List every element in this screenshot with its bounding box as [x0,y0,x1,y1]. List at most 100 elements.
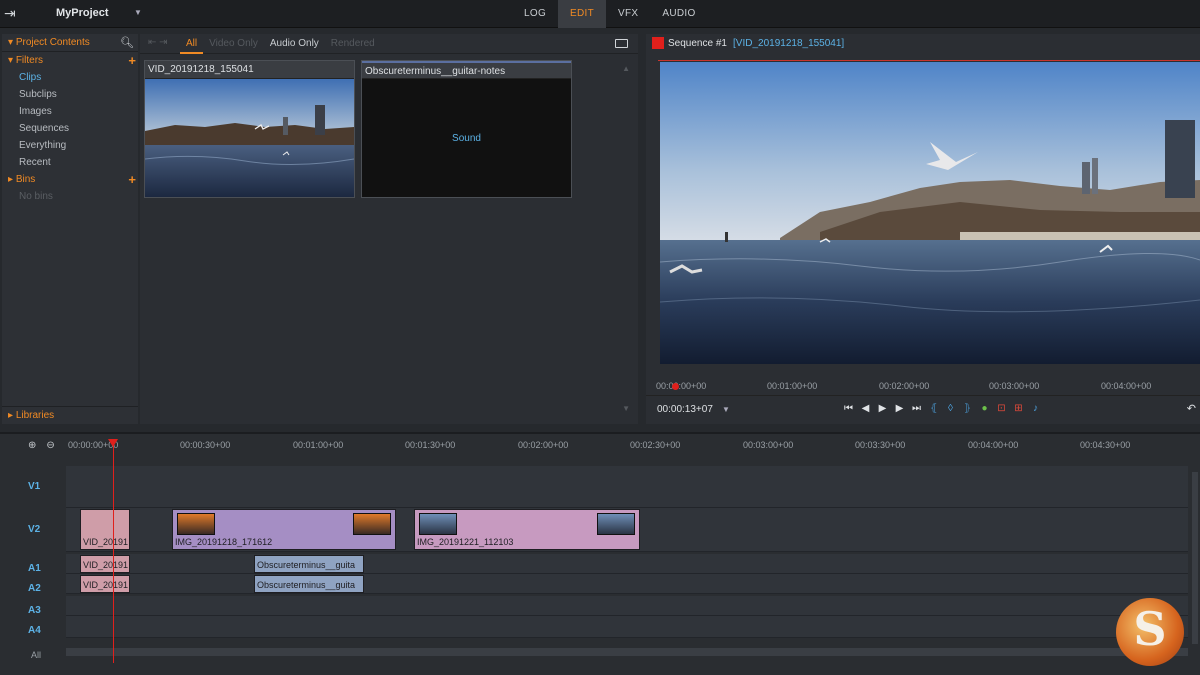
project-name[interactable]: MyProject [56,7,109,19]
step-back-icon[interactable]: ◀ [859,402,872,415]
tab-log[interactable]: LOG [512,0,558,28]
record-icon[interactable] [652,37,664,49]
timecode-display[interactable]: 00:00:13+07 [657,404,713,415]
viewer-ruler-tick: 00:02:00+00 [879,381,930,391]
timeline-ruler-tick: 00:02:00+00 [518,440,569,450]
project-dropdown-icon[interactable]: ▼ [134,8,142,17]
bins-section[interactable]: ▸ Bins + [2,171,138,188]
track-a4[interactable] [66,616,1188,638]
timeline-clip[interactable]: Obscureterminus__guita [254,555,364,573]
timeline-clip[interactable]: VID_20191 [80,509,130,550]
clip-name: Obscureterminus__guitar-notes [362,61,571,79]
exit-project-icon[interactable]: ⇥ [4,5,22,21]
clip-thumbnail-video[interactable]: VID_20191218_155041 [144,60,355,198]
tab-vfx[interactable]: VFX [606,0,650,28]
filters-label: Filters [15,55,44,66]
track-label-a2[interactable]: A2 [28,583,41,594]
mark-out-icon[interactable]: ⦄ [961,402,974,415]
track-label-a1[interactable]: A1 [28,563,41,574]
zoom-in-icon[interactable]: ⊕ [28,440,36,451]
add-filter-icon[interactable]: + [128,52,136,69]
track-label-a4[interactable]: A4 [28,625,41,636]
track-label-a3[interactable]: A3 [28,605,41,616]
add-bin-icon[interactable]: + [128,171,136,188]
sequence-clip-name: [VID_20191218_155041] [733,38,845,49]
no-bins-label: No bins [19,191,53,202]
viewer-ruler-tick: 00:01:00+00 [767,381,818,391]
viewer-image [660,62,1200,364]
viewer-ruler-tick: 00:00:00+00 [656,381,707,391]
marker-icon[interactable]: ● [978,402,991,415]
timeline-clip[interactable]: IMG_20191218_171612 [172,509,396,550]
timeline-vertical-scrollbar[interactable] [1192,472,1198,644]
track-v2[interactable]: VID_20191 IMG_20191218_171612 IMG_201912… [66,508,1188,552]
libraries-section[interactable]: ▸ Libraries [2,406,138,424]
filter-item-clips[interactable]: Clips [2,69,138,86]
playhead-marker-icon[interactable] [108,439,118,447]
go-to-end-icon[interactable]: ⏭ [910,402,923,415]
undo-icon[interactable]: ↶ [1187,402,1196,415]
viewer-ruler-tick: 00:04:00+00 [1101,381,1152,391]
viewer-ruler[interactable]: 00:00:00+00 00:01:00+00 00:02:00+00 00:0… [646,380,1200,396]
timecode-dropdown-icon[interactable]: ▼ [722,405,730,414]
timeline-ruler[interactable]: 00:00:00+00 00:00:30+00 00:01:00+00 00:0… [66,434,1200,454]
filter-item-sequences[interactable]: Sequences [2,120,138,137]
filter-tab-rendered[interactable]: Rendered [325,34,381,54]
collapse-arrow-icon: ▾ [8,37,16,48]
insert-icon[interactable]: ⊡ [995,402,1008,415]
filter-tab-all[interactable]: All [180,34,204,54]
track-a2[interactable]: VID_20191 Obscureterminus__guita [66,574,1188,594]
track-label-v1[interactable]: V1 [28,481,40,492]
filters-section[interactable]: ▾ Filters + [2,52,138,69]
sequence-viewer: Sequence #1 [VID_20191218_155041] 00:00:… [646,34,1200,424]
timeline-playhead[interactable] [108,439,118,663]
clip-browser: ⇤ ⇥ All Video Only Audio Only Rendered V… [140,34,638,424]
track-label-v2[interactable]: V2 [28,524,40,535]
filter-item-everything[interactable]: Everything [2,137,138,154]
clip-label: VID_20191 [83,580,129,590]
zoom-out-icon[interactable]: ⊖ [46,440,54,451]
timeline-ruler-tick: 00:00:30+00 [180,440,231,450]
go-to-start-icon[interactable]: ⏮ [842,402,855,415]
keyboard-icon[interactable] [615,39,628,48]
tab-edit[interactable]: EDIT [558,0,607,28]
browser-filter-bar: ⇤ ⇥ All Video Only Audio Only Rendered [140,34,638,54]
filter-tab-audio-only[interactable]: Audio Only [264,34,325,54]
track-label-all[interactable]: All [31,650,41,660]
filter-item-recent[interactable]: Recent [2,154,138,171]
mark-in-icon[interactable]: ⦃ [927,402,940,415]
filter-item-subclips[interactable]: Subclips [2,86,138,103]
timeline-clip[interactable]: VID_20191 [80,575,130,593]
top-bar: ⇥ MyProject ▼ LOG EDIT VFX AUDIO [0,0,1200,28]
timeline-clip[interactable]: VID_20191 [80,555,130,573]
filter-item-images[interactable]: Images [2,103,138,120]
zoom-controls: ⊕ ⊖ [28,440,55,451]
track-v1[interactable] [66,466,1188,508]
timeline-horizontal-scrollbar[interactable] [66,648,1188,656]
clip-thumbnail-audio[interactable]: Obscureterminus__guitar-notes Sound [361,60,572,198]
search-icon[interactable]: 🔍︎ [120,34,134,52]
step-forward-icon[interactable]: ▶ [893,402,906,415]
clip-thumbnail [419,513,457,535]
scroll-up-icon[interactable]: ▲ [622,64,630,73]
project-contents-header[interactable]: ▾ Project Contents 🔍︎ [2,34,138,52]
play-icon[interactable]: ▶ [876,402,889,415]
viewer-frame [660,62,1200,364]
filter-tab-video-only[interactable]: Video Only [203,34,264,54]
tab-audio[interactable]: AUDIO [650,0,707,28]
track-a3[interactable] [66,596,1188,616]
timeline-clip[interactable]: Obscureterminus__guita [254,575,364,593]
project-contents-label: Project Contents [15,37,90,48]
viewer-playhead-icon[interactable] [672,383,679,390]
timeline-ruler-tick: 00:04:00+00 [968,440,1019,450]
track-a1[interactable]: VID_20191 Obscureterminus__guita [66,554,1188,574]
back-forward-icon[interactable]: ⇤ ⇥ [148,37,168,48]
clip-thumbnail [177,513,215,535]
overwrite-icon[interactable]: ⊞ [1012,402,1025,415]
clip-label: Obscureterminus__guita [257,580,356,590]
voiceover-icon[interactable]: ♪ [1029,402,1042,415]
libraries-label: Libraries [15,410,55,421]
scroll-down-icon[interactable]: ▼ [622,404,630,413]
timeline-clip[interactable]: IMG_20191221_112103 [414,509,640,550]
mark-clip-icon[interactable]: ◊ [944,402,957,415]
